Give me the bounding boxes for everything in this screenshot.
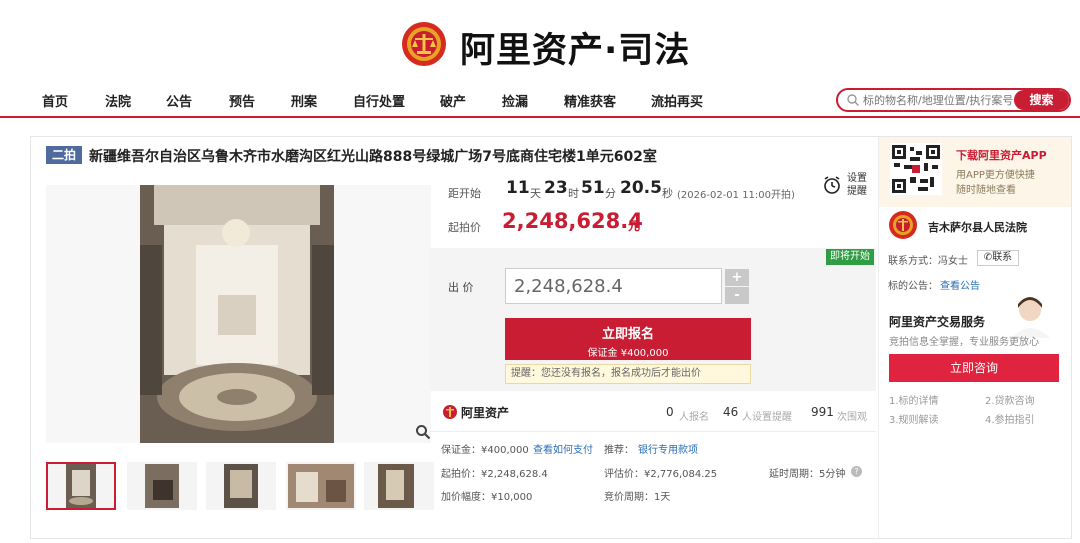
- countdown-days-unit: 天: [530, 187, 541, 200]
- bid-cycle-info: 竞价周期：1天: [604, 492, 671, 503]
- signup-button[interactable]: 立即报名 保证金 ¥400,000: [505, 318, 751, 360]
- nav-item-criminal[interactable]: 刑案: [291, 91, 317, 110]
- how-to-pay-link[interactable]: 查看如何支付: [533, 441, 593, 456]
- app-download-desc-1: 用APP更方便快捷: [956, 170, 1035, 181]
- thumbnail-5[interactable]: [364, 462, 434, 510]
- set-reminder-button[interactable]: 设置提醒: [822, 172, 882, 200]
- tab-loan-consult[interactable]: 2.贷款咨询: [985, 392, 1035, 407]
- signups-label: 人报名: [679, 412, 709, 423]
- service-desc: 竞拍信息全掌握，专业服务更放心: [889, 337, 1039, 348]
- court-emblem-icon: [402, 22, 446, 66]
- search-input[interactable]: [863, 91, 1013, 109]
- bid-increase-button[interactable]: +: [725, 269, 749, 286]
- signup-tip: 提醒：您还没有报名，报名成功后才能出价: [505, 364, 751, 384]
- property-photo-image: [46, 185, 431, 443]
- court-name[interactable]: 吉木萨尔县人民法院: [928, 219, 1027, 235]
- site-logo-text[interactable]: 阿里资产·司法: [460, 22, 690, 73]
- thumbnail-3[interactable]: [206, 462, 276, 510]
- app-download-title: 下载阿里资产APP: [956, 149, 1047, 162]
- nav-item-precise[interactable]: 精准获客: [564, 91, 616, 110]
- start-price-label: 起拍价: [448, 221, 481, 234]
- countdown-hours-unit: 时: [568, 187, 579, 200]
- signup-button-label: 立即报名: [601, 327, 654, 342]
- nav-item-preview[interactable]: 预告: [229, 91, 255, 110]
- reminders-label: 人设置提醒: [742, 412, 792, 423]
- countdown-label: 距开始: [448, 187, 481, 200]
- search-box: 搜索: [836, 88, 1071, 112]
- countdown-minutes-unit: 分: [605, 187, 616, 200]
- thumbnail-4[interactable]: [286, 462, 356, 510]
- start-price-unit: 元: [628, 219, 641, 233]
- notice-label: 标的公告：: [888, 281, 938, 292]
- start-price-value: 2,248,628.4: [502, 209, 643, 233]
- bid-label: 出 价: [448, 281, 474, 294]
- tab-bidding-guide[interactable]: 4.参拍指引: [985, 411, 1035, 426]
- reminders-count: 46: [723, 405, 739, 419]
- thumbnail-1[interactable]: [46, 462, 116, 510]
- main-property-photo[interactable]: [46, 185, 431, 443]
- auction-round-tag: 二拍: [46, 146, 82, 164]
- service-agent-avatar: [998, 296, 1070, 338]
- nav-item-home[interactable]: 首页: [42, 91, 68, 110]
- countdown-hours: 23: [544, 178, 568, 198]
- countdown-seconds: 20.5: [620, 178, 662, 198]
- upcoming-badge: 即将开始: [826, 249, 874, 265]
- thumbnail-2[interactable]: [127, 462, 197, 510]
- tab-rules[interactable]: 3.规则解读: [889, 411, 939, 426]
- nav-item-announcement[interactable]: 公告: [166, 91, 192, 110]
- appraisal-info: 评估价：¥2,776,084.25: [604, 469, 718, 480]
- nav-item-court[interactable]: 法院: [105, 91, 131, 110]
- signups-count: 0: [666, 405, 674, 419]
- signup-deposit-label: 保证金 ¥400,000: [587, 348, 669, 359]
- tab-item-details[interactable]: 1.标的详情: [889, 392, 939, 407]
- set-reminder-label: 设置提醒: [847, 173, 867, 197]
- delay-info: 延时周期：5分钟: [769, 469, 846, 480]
- ali-assets-logo-icon: [443, 405, 457, 419]
- alarm-clock-icon: [824, 176, 840, 194]
- nav-item-bargain[interactable]: 捡漏: [502, 91, 528, 110]
- countdown-seconds-unit: 秒: [662, 187, 673, 200]
- help-icon[interactable]: ?: [851, 466, 862, 477]
- countdown-days: 11: [506, 178, 530, 198]
- contact-person: 联系方式：冯女士: [888, 256, 968, 267]
- item-title: 新疆维吾尔自治区乌鲁木齐市水磨沟区红光山路888号绿城广场7号底商住宅楼1单元6…: [89, 149, 657, 165]
- app-download-desc-2: 随时随地查看: [956, 185, 1016, 196]
- contact-button[interactable]: ✆联系: [977, 250, 1019, 266]
- contact-button-label: 联系: [992, 252, 1013, 263]
- consult-now-button[interactable]: 立即咨询: [889, 354, 1059, 382]
- view-notice-link[interactable]: 查看公告: [940, 277, 980, 292]
- deposit-info: 保证金：¥400,000: [441, 445, 529, 456]
- phone-icon: ✆: [983, 252, 993, 263]
- recommend-label: 推荐：: [604, 445, 634, 456]
- site-header: 阿里资产·司法: [0, 0, 1080, 86]
- search-icon: [847, 94, 859, 106]
- nav-item-bankruptcy[interactable]: 破产: [440, 91, 466, 110]
- start-price-info: 起拍价：¥2,248,628.4: [441, 469, 548, 480]
- court-seal-icon: [889, 211, 917, 239]
- qr-code-icon: [890, 143, 942, 195]
- countdown-minutes: 51: [581, 178, 605, 198]
- search-button[interactable]: 搜索: [1014, 90, 1069, 110]
- service-title: 阿里资产交易服务: [889, 315, 986, 329]
- nav-item-self-disposal[interactable]: 自行处置: [353, 91, 405, 110]
- brand-name: 阿里资产: [461, 406, 510, 420]
- views-label: 次围观: [837, 412, 867, 423]
- bank-account-link[interactable]: 银行专用款项: [638, 441, 698, 456]
- bid-decrease-button[interactable]: -: [725, 287, 749, 304]
- bid-amount-input[interactable]: [505, 268, 722, 304]
- nav-item-relist[interactable]: 流拍再买: [651, 91, 703, 110]
- views-count: 991: [811, 405, 834, 419]
- countdown-start-time: (2026-02-01 11:00开拍): [677, 190, 795, 201]
- increment-info: 加价幅度：¥10,000: [441, 492, 533, 503]
- zoom-icon[interactable]: [415, 424, 431, 440]
